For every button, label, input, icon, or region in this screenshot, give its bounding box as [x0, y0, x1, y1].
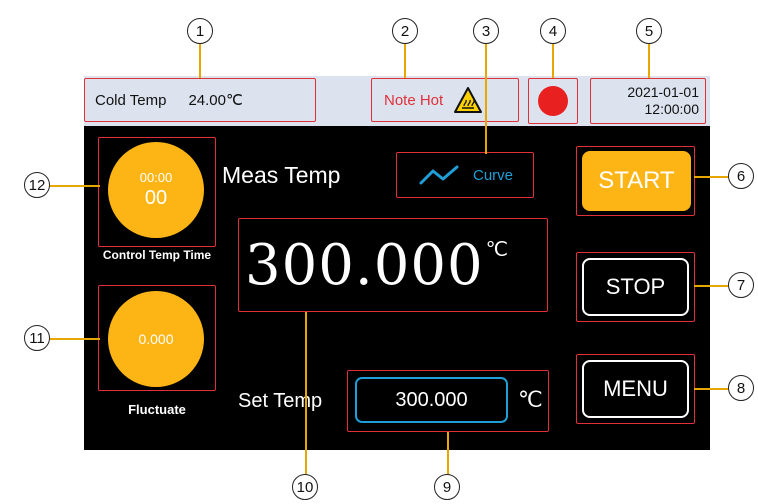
leader-line-9 — [447, 432, 449, 476]
callout-11: 11 — [24, 325, 50, 351]
leader-line-3 — [485, 42, 487, 154]
callout-10: 10 — [292, 474, 318, 500]
start-button[interactable]: START — [582, 151, 691, 211]
time-display: 12:00:00 — [644, 101, 700, 117]
start-button-label: START — [598, 167, 675, 194]
date-display: 2021-01-01 — [627, 84, 699, 100]
callout-3: 3 — [473, 18, 499, 44]
leader-line-10 — [305, 312, 307, 474]
leader-line-5 — [648, 42, 650, 78]
cold-temp-panel: Cold Temp 24.00℃ — [84, 78, 316, 122]
datetime-panel: 2021-01-01 12:00:00 — [590, 78, 706, 124]
callout-5: 5 — [636, 18, 662, 44]
menu-button[interactable]: MENU — [582, 360, 689, 418]
curve-button[interactable]: Curve — [396, 152, 534, 198]
set-temp-unit: ℃ — [518, 387, 543, 412]
leader-line-2 — [404, 42, 406, 78]
leader-line-12 — [50, 185, 100, 187]
status-light-icon — [538, 86, 568, 116]
leader-line-6 — [694, 176, 728, 178]
menu-button-label: MENU — [603, 376, 668, 401]
cold-temp-value: 24.00℃ — [188, 92, 243, 109]
status-indicator-panel — [528, 78, 578, 124]
timer-time: 00:00 — [139, 170, 173, 185]
callout-4: 4 — [540, 18, 566, 44]
note-hot-panel: Note Hot — [371, 78, 519, 122]
leader-line-4 — [552, 42, 554, 78]
set-temp-label: Set Temp — [238, 390, 323, 412]
measured-temp-unit: ℃ — [485, 239, 509, 261]
callout-1: 1 — [187, 18, 213, 44]
set-temp-value: 300.000 — [395, 388, 468, 411]
stop-button[interactable]: STOP — [582, 258, 689, 316]
callout-12: 12 — [24, 172, 50, 198]
callout-6: 6 — [728, 163, 754, 189]
leader-line-11 — [50, 338, 100, 340]
leader-line-7 — [694, 285, 728, 287]
callout-8: 8 — [728, 375, 754, 401]
control-time-caption: Control Temp Time — [102, 248, 212, 262]
control-time-dial[interactable]: 00:00 00 — [108, 142, 204, 238]
meas-temp-label: Meas Temp — [222, 162, 341, 188]
curve-icon — [417, 163, 461, 187]
stop-button-label: STOP — [605, 274, 666, 299]
measured-temp-panel: 300.000 ℃ — [238, 218, 548, 312]
measured-temp-value: 300.000 — [245, 232, 484, 298]
callout-9: 9 — [434, 474, 460, 500]
cold-temp-label: Cold Temp — [95, 91, 167, 109]
fluctuate-dial: 0.000 — [108, 291, 204, 387]
leader-line-1 — [199, 42, 201, 78]
fluctuate-value: 0.000 — [138, 331, 174, 347]
note-hot-label: Note Hot — [384, 91, 444, 109]
callout-2: 2 — [392, 18, 418, 44]
leader-line-8 — [694, 388, 728, 390]
callout-7: 7 — [728, 272, 754, 298]
fluctuate-caption: Fluctuate — [128, 402, 186, 417]
curve-label: Curve — [472, 166, 513, 184]
set-temp-input[interactable]: 300.000 — [355, 377, 508, 423]
timer-count: 00 — [144, 187, 168, 209]
hot-surface-warning-icon — [453, 86, 483, 114]
